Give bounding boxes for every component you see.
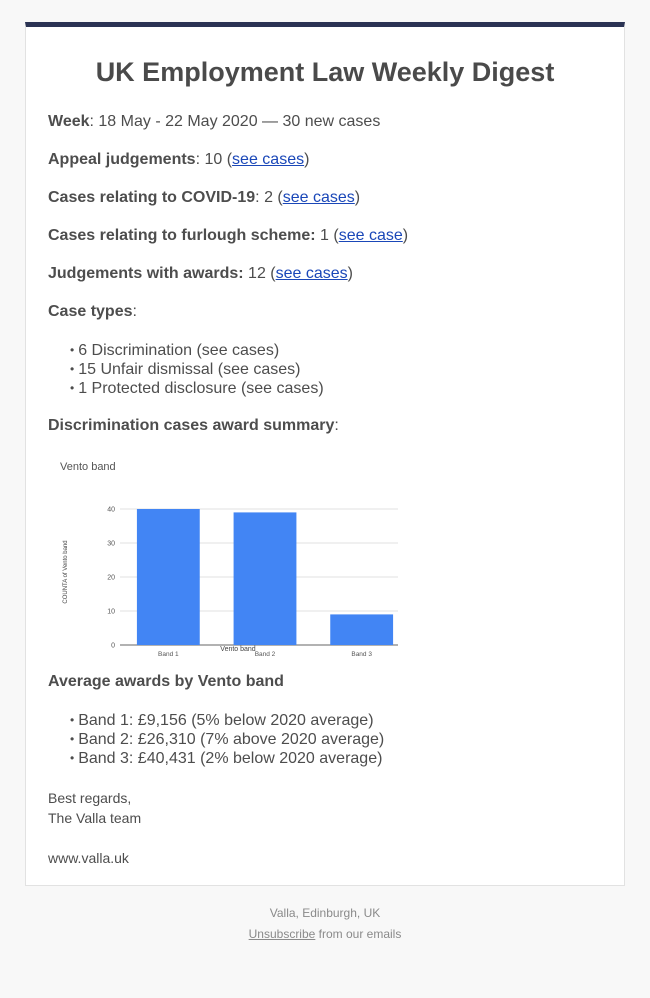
unsubscribe-link[interactable]: Unsubscribe: [249, 927, 316, 941]
vento-band-chart: Vento band 0 10 20 30 40 Band 1 Band 2 Band 3 V…: [60, 461, 398, 657]
y-tick-label: 30: [107, 541, 115, 548]
list-item: • Band 2: £26,310 (7% above 2020 average): [70, 730, 384, 749]
bar-band-2: [233, 512, 297, 645]
list-item: • Band 1: £9,156 (5% below 2020 average): [70, 711, 384, 730]
chart-x-axis-label: Vento band: [220, 646, 256, 653]
x-tick-label: Band 3: [351, 651, 372, 657]
unsubscribe-suffix: from our emails: [315, 927, 402, 941]
list-item-text: Band 1: £9,156 (5% below 2020 average): [78, 712, 374, 729]
digest-title: UK Employment Law Weekly Digest: [95, 57, 555, 87]
footer-unsubscribe-line: Unsubscribe from our emails: [0, 927, 650, 941]
appeal-close: ): [304, 151, 310, 168]
y-tick-label: 20: [107, 575, 115, 582]
furlough-line: Cases relating to furlough scheme: 1 (se…: [48, 227, 408, 245]
bar-band-3: [330, 614, 394, 645]
list-item-text: 6 Discrimination (see cases): [78, 342, 280, 359]
list-item-text: Band 3: £40,431 (2% below 2020 average): [78, 750, 383, 767]
awards-see-cases-link[interactable]: see cases: [276, 265, 348, 282]
chart-y-axis-label: COUNTA of Vento band: [63, 540, 69, 603]
email-card: UK Employment Law Weekly Digest Week: 18…: [25, 22, 625, 886]
appeal-see-cases-link[interactable]: see cases: [232, 151, 304, 168]
averages-list: • Band 1: £9,156 (5% below 2020 average) …: [70, 711, 384, 768]
covid-label: Cases relating to COVID-19: [48, 189, 256, 206]
awards-value: 12 (: [243, 265, 276, 282]
y-tick-label: 10: [107, 609, 115, 616]
list-item: • 6 Discrimination (see cases): [70, 341, 324, 360]
week-label: Week: [48, 113, 90, 130]
bullet-icon: •: [70, 343, 75, 357]
award-summary-heading: Discrimination cases award summary:: [48, 417, 339, 435]
furlough-see-case-link[interactable]: see case: [339, 227, 403, 244]
y-tick-label: 40: [107, 507, 115, 514]
list-item: • 1 Protected disclosure (see cases): [70, 379, 324, 398]
award-summary-label: Discrimination cases award summary: [48, 417, 335, 434]
bullet-icon: •: [70, 732, 75, 746]
appeal-value: : 10 (: [195, 151, 233, 168]
bullet-icon: •: [70, 751, 75, 765]
covid-close: ): [354, 189, 361, 206]
week-line: Week: 18 May - 22 May 2020 — 30 new case…: [48, 113, 380, 131]
footer-address: Valla, Edinburgh, UK: [269, 906, 381, 920]
signoff-greeting: Best regards,: [48, 790, 132, 806]
covid-line: Cases relating to COVID-19: 2 (see cases…: [48, 189, 360, 207]
covid-value: : 2 (: [255, 189, 283, 206]
bullet-icon: •: [70, 362, 75, 376]
list-item-text: 1 Protected disclosure (see cases): [78, 380, 324, 397]
awards-label: Judgements with awards:: [48, 265, 244, 282]
averages-label: Average awards by Vento band: [48, 673, 284, 690]
furlough-value: 1 (: [315, 227, 339, 244]
list-item: • Band 3: £40,431 (2% below 2020 average): [70, 749, 384, 768]
list-item-text: Band 2: £26,310 (7% above 2020 average): [78, 731, 385, 748]
covid-see-cases-link[interactable]: see cases: [283, 189, 355, 206]
signoff-team: The Valla team: [48, 810, 142, 826]
y-tick-label: 0: [111, 643, 115, 650]
list-item-text: 15 Unfair dismissal (see cases): [78, 361, 301, 378]
awards-line: Judgements with awards: 12 (see cases): [48, 265, 353, 283]
case-types-suffix: :: [132, 303, 137, 320]
appeal-line: Appeal judgements: 10 (see cases): [48, 151, 309, 169]
list-item: • 15 Unfair dismissal (see cases): [70, 360, 324, 379]
furlough-label: Cases relating to furlough scheme:: [48, 227, 316, 244]
bar-band-1: [136, 509, 200, 645]
chart-title: Vento band: [60, 461, 116, 473]
case-types-label: Case types: [48, 303, 133, 320]
x-tick-label: Band 1: [158, 651, 179, 657]
award-summary-suffix: :: [334, 417, 339, 434]
appeal-label: Appeal judgements: [48, 151, 196, 168]
awards-close: ): [347, 265, 353, 282]
averages-heading: Average awards by Vento band: [48, 673, 284, 691]
x-tick-label: Band 2: [255, 651, 276, 657]
bullet-icon: •: [70, 381, 75, 395]
bullet-icon: •: [70, 713, 75, 727]
furlough-close: ): [402, 227, 409, 244]
week-value: : 18 May - 22 May 2020 — 30 new cases: [89, 113, 381, 130]
case-types-list: • 6 Discrimination (see cases) • 15 Unfair…: [70, 341, 324, 398]
website-text: www.valla.uk: [48, 850, 129, 866]
case-types-heading: Case types:: [48, 303, 137, 321]
